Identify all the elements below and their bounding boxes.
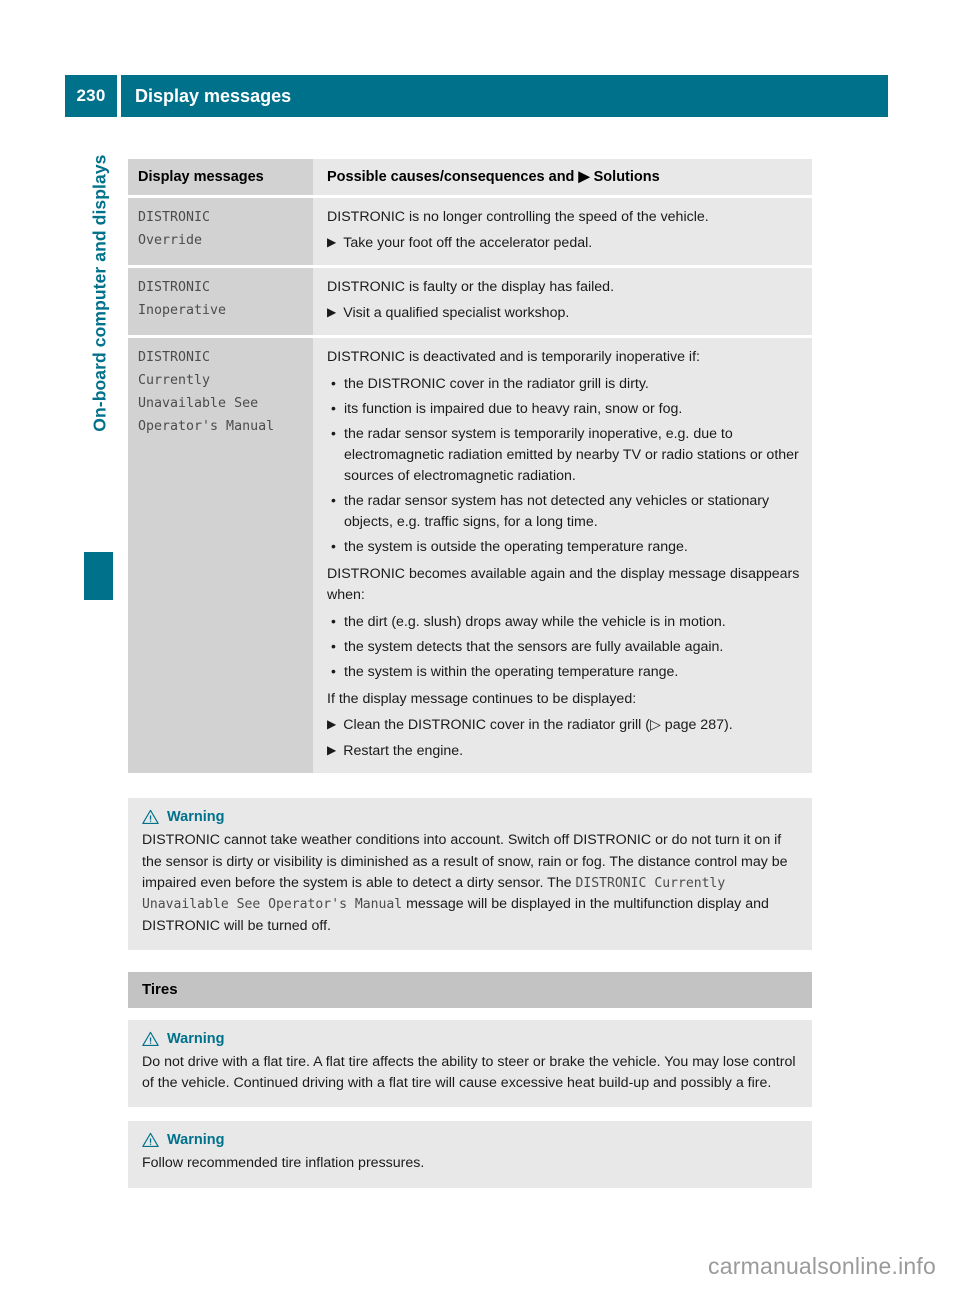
list-item: its function is impaired due to heavy ra… bbox=[327, 399, 800, 420]
message-text: DISTRONIC Inoperative bbox=[128, 268, 313, 335]
column-header-causes-suffix: Solutions bbox=[594, 169, 660, 185]
solution-item: ▶ Clean the DISTRONIC cover in the radia… bbox=[327, 715, 800, 736]
chapter-tab-label: On-board computer and displays bbox=[90, 155, 111, 595]
solution-item: ▶ Visit a qualified specialist workshop. bbox=[327, 303, 800, 324]
warning-text: Follow recommended tire inflation pressu… bbox=[142, 1153, 798, 1174]
chapter-tab: On-board computer and displays bbox=[84, 160, 114, 600]
solution-marker-icon: ▶ bbox=[327, 303, 336, 324]
solution-text: Take your foot off the accelerator pedal… bbox=[343, 233, 592, 254]
solution-marker-icon: ▶ bbox=[327, 715, 336, 736]
warning-header: Warning bbox=[142, 809, 798, 825]
section-heading-tires: Tires bbox=[128, 972, 812, 1008]
warning-header: Warning bbox=[142, 1132, 798, 1148]
page-title: Display messages bbox=[121, 75, 888, 117]
spacer bbox=[128, 950, 812, 972]
table-row: DISTRONIC Inoperative DISTRONIC is fault… bbox=[128, 268, 812, 335]
warning-triangle-icon bbox=[142, 1031, 159, 1047]
list-item: the system is within the operating tempe… bbox=[327, 662, 800, 683]
spacer bbox=[128, 776, 812, 798]
cause-intro-3: If the display message continues to be d… bbox=[327, 689, 800, 710]
list-item: the radar sensor system is temporarily i… bbox=[327, 424, 800, 487]
cause-intro-2: DISTRONIC becomes available again and th… bbox=[327, 564, 800, 606]
table-row: DISTRONIC Override DISTRONIC is no longe… bbox=[128, 198, 812, 265]
page-content: Display messages Possible causes/consequ… bbox=[128, 156, 812, 1188]
warning-box-flat-tire: Warning Do not drive with a flat tire. A… bbox=[128, 1020, 812, 1108]
solution-text: Visit a qualified specialist workshop. bbox=[343, 303, 569, 324]
solution-item: ▶ Take your foot off the accelerator ped… bbox=[327, 233, 800, 254]
warning-title: Warning bbox=[167, 1031, 224, 1047]
list-item: the radar sensor system has not detected… bbox=[327, 491, 800, 533]
warning-box-tire-pressure: Warning Follow recommended tire inflatio… bbox=[128, 1121, 812, 1187]
message-text: DISTRONIC Override bbox=[128, 198, 313, 265]
warning-triangle-icon bbox=[142, 809, 159, 825]
list-item: the DISTRONIC cover in the radiator gril… bbox=[327, 374, 800, 395]
cause-text: DISTRONIC is faulty or the display has f… bbox=[327, 277, 800, 298]
cause-bullet-list-2: the dirt (e.g. slush) drops away while t… bbox=[327, 612, 800, 683]
warning-triangle-icon bbox=[142, 1132, 159, 1148]
warning-text: DISTRONIC cannot take weather conditions… bbox=[142, 830, 798, 936]
solution-item: ▶ Restart the engine. bbox=[327, 741, 800, 762]
display-messages-table: Display messages Possible causes/consequ… bbox=[128, 156, 812, 776]
solution-marker-icon: ▶ bbox=[327, 233, 336, 254]
list-item: the dirt (e.g. slush) drops away while t… bbox=[327, 612, 800, 633]
column-header-causes: Possible causes/consequences and ▶ Solut… bbox=[313, 159, 812, 195]
chapter-tab-marker bbox=[84, 552, 113, 600]
cause-bullet-list-1: the DISTRONIC cover in the radiator gril… bbox=[327, 374, 800, 558]
warning-text: Do not drive with a flat tire. A flat ti… bbox=[142, 1052, 798, 1095]
spacer bbox=[128, 1107, 812, 1121]
spacer bbox=[128, 1008, 812, 1020]
page-number: 230 bbox=[65, 75, 117, 117]
warning-header: Warning bbox=[142, 1031, 798, 1047]
solution-text: Restart the engine. bbox=[343, 741, 463, 762]
solution-text: Clean the DISTRONIC cover in the radiato… bbox=[343, 715, 732, 736]
solution-marker-icon: ▶ bbox=[327, 741, 336, 762]
page-header: 230 Display messages bbox=[65, 75, 888, 117]
watermark: carmanualsonline.info bbox=[708, 1253, 936, 1280]
column-header-messages: Display messages bbox=[128, 159, 313, 195]
cause-cell: DISTRONIC is faulty or the display has f… bbox=[313, 268, 812, 335]
table-row: DISTRONIC Currently Unavailable See Oper… bbox=[128, 338, 812, 773]
cause-cell: DISTRONIC is deactivated and is temporar… bbox=[313, 338, 812, 773]
cause-text: DISTRONIC is deactivated and is temporar… bbox=[327, 347, 800, 368]
table-header-row: Display messages Possible causes/consequ… bbox=[128, 159, 812, 195]
warning-title: Warning bbox=[167, 1132, 224, 1148]
list-item: the system is outside the operating temp… bbox=[327, 537, 800, 558]
message-text: DISTRONIC Currently Unavailable See Oper… bbox=[128, 338, 313, 773]
cause-text: DISTRONIC is no longer controlling the s… bbox=[327, 207, 800, 228]
warning-box-distronic: Warning DISTRONIC cannot take weather co… bbox=[128, 798, 812, 949]
list-item: the system detects that the sensors are … bbox=[327, 637, 800, 658]
column-header-causes-prefix: Possible causes/consequences and bbox=[327, 169, 574, 185]
solution-marker-icon: ▶ bbox=[574, 169, 593, 185]
warning-title: Warning bbox=[167, 809, 224, 825]
cause-cell: DISTRONIC is no longer controlling the s… bbox=[313, 198, 812, 265]
